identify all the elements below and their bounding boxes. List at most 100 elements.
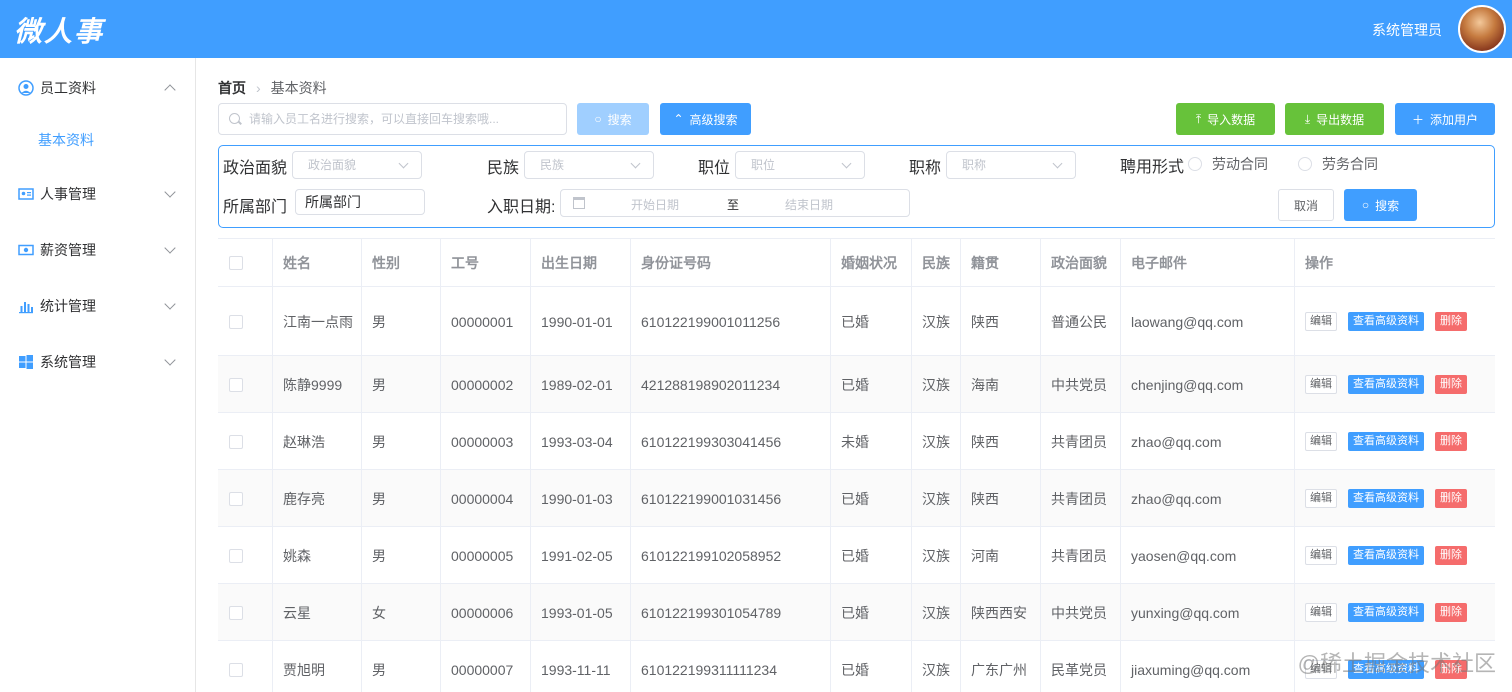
- th-gender: 性别: [362, 239, 441, 287]
- sidebar-item-label: 系统管理: [40, 354, 96, 370]
- nation-select[interactable]: 民族: [524, 151, 654, 179]
- export-button[interactable]: ⤓ 导出数据: [1285, 103, 1384, 135]
- user-icon: [18, 80, 34, 96]
- delete-button[interactable]: 删除: [1435, 546, 1467, 565]
- advanced-search-button[interactable]: ⌃ 高级搜索: [660, 103, 751, 135]
- select-all-checkbox[interactable]: [229, 256, 243, 270]
- cell-politic: 民革党员: [1041, 641, 1121, 692]
- cell-name: 云星: [273, 584, 362, 641]
- table-row[interactable]: 云星女 00000006 1993-01-05 610122199301054789 已…: [218, 584, 1495, 641]
- table-row[interactable]: 姚森男 00000005 1991-02-05 610122199102058952 已…: [218, 527, 1495, 584]
- edit-button[interactable]: 编辑: [1305, 546, 1337, 565]
- row-checkbox[interactable]: [229, 378, 243, 392]
- row-checkbox[interactable]: [229, 435, 243, 449]
- add-user-button[interactable]: ＋ 添加用户: [1395, 103, 1495, 135]
- position-placeholder: 职位: [751, 158, 776, 172]
- th-work-id: 工号: [441, 239, 531, 287]
- sidebar-item-label: 统计管理: [40, 298, 96, 314]
- sidebar-item-statistics[interactable]: 统计管理: [0, 278, 196, 334]
- cell-birthday: 1993-01-05: [531, 584, 631, 641]
- cell-birthday: 1990-01-03: [531, 470, 631, 527]
- bar-chart-icon: [19, 302, 33, 314]
- cell-work-id: 00000001: [441, 287, 531, 356]
- radio-circle: [1298, 157, 1312, 171]
- edit-button[interactable]: 编辑: [1305, 375, 1337, 394]
- add-user-label: 添加用户: [1430, 112, 1479, 127]
- cell-nation: 汉族: [912, 287, 961, 356]
- cell-email: jiaxuming@qq.com: [1121, 641, 1295, 692]
- cell-email: zhao@qq.com: [1121, 413, 1295, 470]
- dept-input[interactable]: 所属部门: [295, 189, 425, 215]
- row-checkbox[interactable]: [229, 549, 243, 563]
- cell-gender: 男: [362, 641, 441, 692]
- sidebar-subitem-basic[interactable]: 基本资料: [0, 115, 196, 165]
- cell-nation: 汉族: [912, 413, 961, 470]
- th-politic: 政治面貌: [1041, 239, 1121, 287]
- title-label: 职称: [909, 160, 942, 177]
- view-details-button[interactable]: 查看高级资料: [1348, 603, 1424, 622]
- view-details-button[interactable]: 查看高级资料: [1348, 375, 1424, 394]
- breadcrumb-separator-icon: ›: [256, 80, 261, 96]
- cell-birthday: 1993-03-04: [531, 413, 631, 470]
- delete-button[interactable]: 删除: [1435, 603, 1467, 622]
- chevron-down-icon: [841, 158, 852, 169]
- table-row[interactable]: 鹿存亮男 00000004 1990-01-03 610122199001031456…: [218, 470, 1495, 527]
- engage-radio-service[interactable]: 劳务合同: [1298, 154, 1378, 174]
- view-details-button[interactable]: 查看高级资料: [1348, 489, 1424, 508]
- cell-native-place: 海南: [961, 356, 1041, 413]
- breadcrumb-home[interactable]: 首页: [218, 78, 246, 98]
- search-button[interactable]: ○ 搜索: [577, 103, 649, 135]
- cell-email: chenjing@qq.com: [1121, 356, 1295, 413]
- sidebar-item-personnel[interactable]: 人事管理: [0, 166, 196, 222]
- engage-radio-labor[interactable]: 劳动合同: [1188, 154, 1268, 174]
- username[interactable]: 系统管理员: [1372, 20, 1442, 40]
- delete-button[interactable]: 删除: [1435, 489, 1467, 508]
- delete-button[interactable]: 删除: [1435, 312, 1467, 331]
- view-details-button[interactable]: 查看高级资料: [1348, 432, 1424, 451]
- cell-wedlock: 已婚: [831, 470, 912, 527]
- position-select[interactable]: 职位: [735, 151, 865, 179]
- cell-politic: 中共党员: [1041, 584, 1121, 641]
- row-actions: 编辑 查看高级资料 删除: [1305, 584, 1467, 641]
- table-row[interactable]: 赵琳浩男 00000003 1993-03-04 610122199303041456…: [218, 413, 1495, 470]
- view-details-button[interactable]: 查看高级资料: [1348, 312, 1424, 331]
- edit-button[interactable]: 编辑: [1305, 432, 1337, 451]
- edit-button[interactable]: 编辑: [1305, 489, 1337, 508]
- cell-name: 贾旭明: [273, 641, 362, 692]
- th-nation: 民族: [912, 239, 961, 287]
- search-input[interactable]: 请输入员工名进行搜索，可以直接回车搜索哦...: [218, 103, 567, 135]
- view-details-button[interactable]: 查看高级资料: [1348, 546, 1424, 565]
- date-to: 至: [727, 198, 740, 212]
- row-actions: 编辑 查看高级资料 删除: [1305, 287, 1467, 356]
- table-row[interactable]: 江南一点雨男 00000001 1990-01-01 6101221990010112…: [218, 287, 1495, 356]
- title-select[interactable]: 职称: [946, 151, 1076, 179]
- row-actions: 编辑 查看高级资料 删除: [1305, 356, 1467, 413]
- chevron-down-icon: [398, 158, 409, 169]
- engage-opt2-label: 劳务合同: [1322, 156, 1378, 172]
- app-logo: 微人事: [14, 15, 105, 48]
- row-checkbox[interactable]: [229, 663, 243, 677]
- avatar[interactable]: [1458, 5, 1506, 53]
- row-checkbox[interactable]: [229, 492, 243, 506]
- delete-button[interactable]: 删除: [1435, 432, 1467, 451]
- row-checkbox[interactable]: [229, 315, 243, 329]
- table-header: 姓名 性别 工号 出生日期 身份证号码 婚姻状况 民族 籍贯 政治面貌 电子邮件…: [218, 239, 1495, 287]
- edit-button[interactable]: 编辑: [1305, 312, 1337, 331]
- sidebar-item-employee[interactable]: 员工资料: [0, 60, 196, 116]
- advanced-search-submit-button[interactable]: ○ 搜索: [1344, 189, 1417, 221]
- sidebar-item-system[interactable]: 系统管理: [0, 334, 196, 390]
- row-checkbox-cell: [218, 641, 273, 692]
- table-row[interactable]: 陈静9999 男 00000002 1989-02-01 421288198902011…: [218, 356, 1495, 413]
- delete-button[interactable]: 删除: [1435, 375, 1467, 394]
- sidebar-item-salary[interactable]: 薪资管理: [0, 222, 196, 278]
- date-range-picker[interactable]: 开始日期 至 结束日期: [560, 189, 910, 217]
- row-checkbox[interactable]: [229, 606, 243, 620]
- cell-native-place: 广东广州: [961, 641, 1041, 692]
- cancel-button[interactable]: 取消: [1278, 189, 1334, 221]
- breadcrumb: 首页 › 基本资料: [218, 78, 327, 98]
- edit-button[interactable]: 编辑: [1305, 603, 1337, 622]
- cell-id-card: 610122199001011256: [631, 287, 831, 356]
- import-button[interactable]: ⤒ 导入数据: [1176, 103, 1275, 135]
- cell-email: yunxing@qq.com: [1121, 584, 1295, 641]
- politic-select[interactable]: 政治面貌: [292, 151, 422, 179]
